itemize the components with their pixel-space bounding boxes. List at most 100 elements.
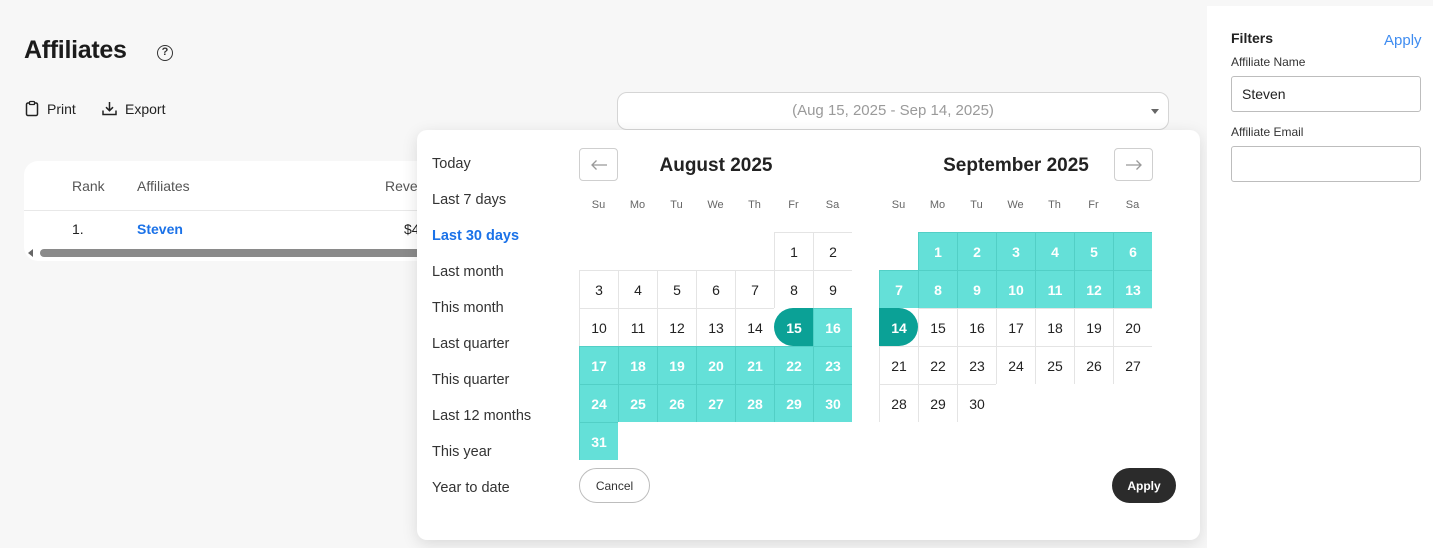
scroll-left-arrow-icon[interactable] — [28, 249, 33, 257]
affiliate-email-input[interactable] — [1231, 146, 1421, 182]
column-header-revenue[interactable]: Reve — [385, 178, 418, 194]
calendar-day[interactable]: 11 — [618, 308, 657, 346]
calendar-day[interactable]: 15 — [774, 308, 813, 346]
empty-day — [579, 232, 618, 270]
calendar-day[interactable]: 23 — [957, 346, 996, 384]
calendar-day[interactable]: 9 — [957, 270, 996, 308]
calendar-day[interactable]: 25 — [618, 384, 657, 422]
affiliate-name-input[interactable] — [1231, 76, 1421, 112]
preset-list: Today Last 7 days Last 30 days Last month Th… — [432, 156, 531, 516]
weekday-label: Tu — [670, 199, 683, 211]
calendar-day[interactable]: 6 — [1113, 232, 1152, 270]
affiliate-email-label: Affiliate Email — [1231, 125, 1304, 139]
horizontal-scrollbar[interactable] — [40, 249, 440, 257]
calendar-day[interactable]: 18 — [618, 346, 657, 384]
calendar-day[interactable]: 29 — [918, 384, 957, 422]
calendar-day[interactable]: 8 — [918, 270, 957, 308]
question-circle-icon[interactable]: ? — [157, 45, 173, 61]
next-month-button[interactable] — [1114, 148, 1153, 181]
calendar-day[interactable]: 18 — [1035, 308, 1074, 346]
calendar-day[interactable]: 19 — [657, 346, 696, 384]
calendar-day[interactable]: 12 — [1074, 270, 1113, 308]
preset-item[interactable]: This quarter — [432, 372, 531, 408]
calendar-day[interactable]: 9 — [813, 270, 852, 308]
calendar-day[interactable]: 13 — [1113, 270, 1152, 308]
calendar-day[interactable]: 2 — [957, 232, 996, 270]
calendar-day[interactable]: 30 — [957, 384, 996, 422]
affiliate-name-label: Affiliate Name — [1231, 55, 1306, 69]
calendar-day[interactable]: 20 — [1113, 308, 1152, 346]
export-label: Export — [125, 100, 166, 117]
calendar-day[interactable]: 8 — [774, 270, 813, 308]
calendar-day[interactable]: 14 — [879, 308, 918, 346]
preset-item[interactable]: Last quarter — [432, 336, 531, 372]
calendar-day[interactable]: 30 — [813, 384, 852, 422]
column-header-affiliates[interactable]: Affiliates — [137, 178, 190, 194]
calendar-day[interactable]: 27 — [1113, 346, 1152, 384]
filters-apply-link[interactable]: Apply — [1384, 32, 1422, 49]
preset-item[interactable]: Last 30 days — [432, 228, 531, 264]
cancel-button[interactable]: Cancel — [579, 468, 650, 503]
calendar-day[interactable]: 12 — [657, 308, 696, 346]
calendar-august: Su Mo Tu We Th Fr Sa 1 2 3 4 5 6 7 8 9 10 11 12 13 14 15 16 17 1… — [579, 194, 852, 460]
calendar-day[interactable]: 4 — [618, 270, 657, 308]
apply-button[interactable]: Apply — [1112, 468, 1176, 503]
calendar-day[interactable]: 3 — [996, 232, 1035, 270]
calendar-day[interactable]: 23 — [813, 346, 852, 384]
date-range-input[interactable]: (Aug 15, 2025 - Sep 14, 2025) — [617, 92, 1169, 130]
calendar-day[interactable]: 31 — [579, 422, 618, 460]
calendar-day[interactable]: 13 — [696, 308, 735, 346]
affiliate-link[interactable]: Steven — [137, 221, 183, 237]
affiliates-table: Rank Affiliates Reve 1. Steven $4 — [24, 161, 444, 261]
calendar-day[interactable]: 21 — [735, 346, 774, 384]
calendar-day[interactable]: 28 — [735, 384, 774, 422]
calendar-day[interactable]: 29 — [774, 384, 813, 422]
calendar-day[interactable]: 6 — [696, 270, 735, 308]
calendar-day[interactable]: 1 — [918, 232, 957, 270]
calendar-day[interactable]: 24 — [579, 384, 618, 422]
calendar-day[interactable]: 17 — [996, 308, 1035, 346]
export-button[interactable]: Export — [101, 100, 165, 117]
calendar-day[interactable]: 16 — [957, 308, 996, 346]
weekday-label: Sa — [825, 199, 840, 211]
calendar-day[interactable]: 15 — [918, 308, 957, 346]
preset-item[interactable]: Last month — [432, 264, 531, 300]
calendar-day[interactable]: 17 — [579, 346, 618, 384]
calendar-day[interactable]: 24 — [996, 346, 1035, 384]
print-button[interactable]: Print — [24, 100, 76, 117]
calendar-day[interactable]: 7 — [735, 270, 774, 308]
calendar-day[interactable]: 25 — [1035, 346, 1074, 384]
calendar-day[interactable]: 2 — [813, 232, 852, 270]
calendar-day[interactable]: 21 — [879, 346, 918, 384]
calendar-day[interactable]: 5 — [1074, 232, 1113, 270]
calendar-day[interactable]: 4 — [1035, 232, 1074, 270]
calendar-day[interactable]: 20 — [696, 346, 735, 384]
calendar-day[interactable]: 3 — [579, 270, 618, 308]
weekday-label: Sa — [1125, 199, 1140, 211]
calendar-day[interactable]: 22 — [918, 346, 957, 384]
calendar-day[interactable]: 27 — [696, 384, 735, 422]
calendar-day[interactable]: 11 — [1035, 270, 1074, 308]
calendar-day[interactable]: 22 — [774, 346, 813, 384]
calendar-day[interactable]: 10 — [579, 308, 618, 346]
calendar-day[interactable]: 19 — [1074, 308, 1113, 346]
calendar-day[interactable]: 26 — [1074, 346, 1113, 384]
column-header-rank[interactable]: Rank — [72, 178, 105, 194]
calendar-day[interactable]: 10 — [996, 270, 1035, 308]
calendar-day[interactable]: 5 — [657, 270, 696, 308]
calendar-day[interactable]: 28 — [879, 384, 918, 422]
preset-item[interactable]: This year — [432, 444, 531, 480]
calendar-day[interactable]: 7 — [879, 270, 918, 308]
calendar-day[interactable]: 1 — [774, 232, 813, 270]
weekday-label: Fr — [788, 199, 799, 211]
calendar-day[interactable]: 26 — [657, 384, 696, 422]
preset-item[interactable]: Last 7 days — [432, 192, 531, 228]
preset-item[interactable]: Year to date — [432, 480, 531, 516]
calendar-day[interactable]: 16 — [813, 308, 852, 346]
calendar-day[interactable]: 14 — [735, 308, 774, 346]
preset-item[interactable]: Today — [432, 156, 531, 192]
preset-item[interactable]: Last 12 months — [432, 408, 531, 444]
preset-item[interactable]: This month — [432, 300, 531, 336]
weekday-label: Th — [748, 199, 761, 211]
weekday-label: Th — [1048, 199, 1061, 211]
